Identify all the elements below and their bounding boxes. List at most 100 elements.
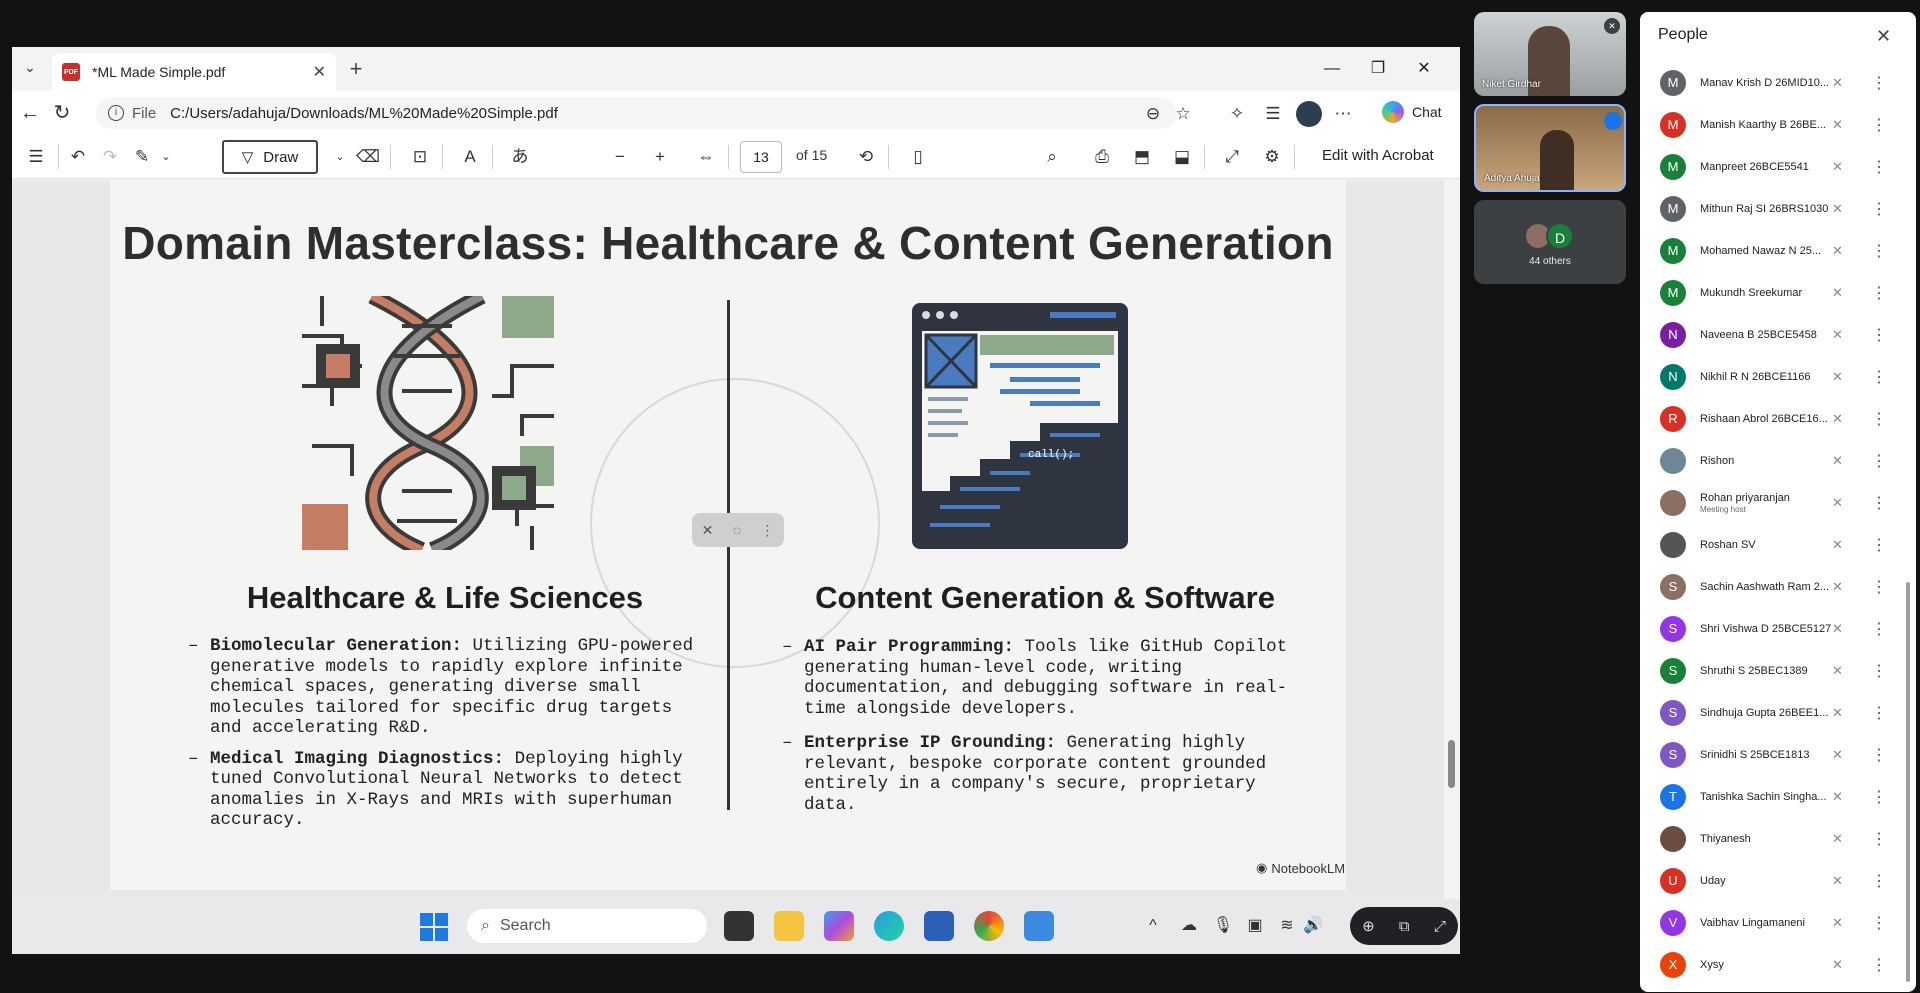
refresh-icon[interactable]: ↻ <box>50 101 74 125</box>
favorites-icon[interactable]: ☰ <box>1262 103 1284 125</box>
draw-button[interactable]: ▽ Draw <box>222 140 318 174</box>
settings-gear-icon[interactable]: ⚙ <box>1260 146 1284 168</box>
file-explorer-icon[interactable] <box>774 911 804 941</box>
zoom-plus-icon[interactable]: + <box>648 146 672 168</box>
pdf-scrollbar[interactable] <box>1444 180 1460 899</box>
more-options-icon[interactable]: ⋮ <box>1871 829 1887 849</box>
print-icon[interactable]: ⎙ <box>1090 146 1114 168</box>
participant-row[interactable]: V Vaibhav Lingamaneni ✕ ⋮ <box>1640 902 1916 944</box>
zoom-out-icon[interactable]: ⊖ <box>1142 103 1164 125</box>
find-search-icon[interactable]: ⌕ <box>1040 146 1064 168</box>
fullscreen-icon[interactable]: ⤢ <box>1220 146 1244 168</box>
more-options-icon[interactable]: ⋮ <box>1871 367 1887 387</box>
tab-pdf[interactable]: PDF *ML Made Simple.pdf ✕ <box>52 53 336 91</box>
more-options-icon[interactable]: ⋮ <box>1871 871 1887 891</box>
page-view-icon[interactable]: ▯ <box>906 146 930 168</box>
participant-row[interactable]: Rishon ✕ ⋮ <box>1640 440 1916 482</box>
view-controls[interactable]: ⊕ ⧉ ⤢ <box>1350 907 1458 945</box>
participant-row[interactable]: M Mithun Raj SI 26BRS1030 ✕ ⋮ <box>1640 188 1916 230</box>
text-box-icon[interactable]: ⊡ <box>408 146 432 168</box>
zoom-in-icon[interactable]: ⊕ <box>1362 917 1375 935</box>
participant-row[interactable]: T Tanishka Sachin Singha... ✕ ⋮ <box>1640 776 1916 818</box>
video-tile-presenter[interactable]: Aditya Ahuja <box>1474 104 1626 192</box>
more-options-icon[interactable]: ⋮ <box>1871 577 1887 597</box>
chrome-icon[interactable] <box>974 911 1004 941</box>
participant-row[interactable]: U Uday ✕ ⋮ <box>1640 860 1916 902</box>
rotate-icon[interactable]: ⟲ <box>854 146 878 168</box>
contents-list-icon[interactable]: ☰ <box>24 146 48 168</box>
app-icon[interactable] <box>1024 911 1054 941</box>
more-options-icon[interactable]: ⋮ <box>1871 535 1887 555</box>
microphone-icon[interactable]: 🎙 <box>1212 915 1234 937</box>
restore-icon[interactable]: ❐ <box>1358 55 1398 83</box>
pop-out-icon[interactable]: ⧉ <box>1399 918 1410 935</box>
participant-row[interactable]: M Mukundh Sreekumar ✕ ⋮ <box>1640 272 1916 314</box>
save-icon[interactable]: ⬒ <box>1130 146 1154 168</box>
fit-width-icon[interactable]: ⇔ <box>694 146 718 168</box>
save-as-icon[interactable]: ⬓ <box>1170 146 1194 168</box>
more-options-icon[interactable]: ⋮ <box>1871 157 1887 177</box>
more-options-icon[interactable]: ⋮ <box>1871 241 1887 261</box>
participant-row[interactable]: S Srinidhi S 25BCE1813 ✕ ⋮ <box>1640 734 1916 776</box>
more-options-icon[interactable]: ⋮ <box>1871 787 1887 807</box>
favorite-star-icon[interactable]: ☆ <box>1172 103 1194 125</box>
tray-chevron-icon[interactable]: ^ <box>1142 915 1164 937</box>
store-icon[interactable] <box>924 911 954 941</box>
unpin-icon[interactable]: ✕ <box>702 522 714 539</box>
wifi-icon[interactable]: ≋ <box>1276 915 1298 937</box>
more-options-icon[interactable]: ⋮ <box>1871 913 1887 933</box>
scrollbar-thumb[interactable] <box>1448 740 1455 788</box>
m365-icon[interactable] <box>824 911 854 941</box>
more-options-icon[interactable]: ⋮ <box>1871 325 1887 345</box>
translate-icon[interactable]: あ <box>508 146 532 168</box>
video-tile-others[interactable]: D 44 others <box>1474 200 1626 284</box>
more-options-icon[interactable]: ⋮ <box>1871 661 1887 681</box>
edit-with-acrobat-button[interactable]: Edit with Acrobat <box>1322 147 1434 164</box>
more-options-icon[interactable]: ⋮ <box>1871 703 1887 723</box>
more-options-icon[interactable]: ⋮ <box>1871 745 1887 765</box>
more-options-icon[interactable]: ⋮ <box>1871 73 1887 93</box>
mute-presentation-icon[interactable]: ◌ <box>733 522 741 538</box>
participant-row[interactable]: S Sachin Aashwath Ram 2... ✕ ⋮ <box>1640 566 1916 608</box>
more-dots-icon[interactable]: ⋯ <box>1332 103 1354 125</box>
more-options-icon[interactable]: ⋮ <box>1871 283 1887 303</box>
window-close-icon[interactable]: ✕ <box>1404 55 1444 83</box>
extensions-puzzle-icon[interactable]: ✧ <box>1226 103 1248 125</box>
new-tab-plus-icon[interactable]: + <box>342 55 370 83</box>
profile-avatar[interactable] <box>1296 101 1322 127</box>
video-tile-speaker[interactable]: ✕ Niket Girdhar <box>1474 12 1626 96</box>
tab-close-icon[interactable]: ✕ <box>313 62 326 82</box>
close-panel-icon[interactable]: ✕ <box>1876 26 1891 47</box>
onedrive-icon[interactable]: ☁ <box>1178 915 1200 937</box>
more-options-icon[interactable]: ⋮ <box>1871 115 1887 135</box>
zoom-minus-icon[interactable]: − <box>608 146 632 168</box>
highlight-chevron-icon[interactable]: ⌄ <box>154 146 178 168</box>
highlight-icon[interactable]: ✎ <box>130 146 154 168</box>
url-bar[interactable]: i File C:/Users/adahuja/Downloads/ML%20M… <box>96 97 1176 129</box>
participant-row[interactable]: M Manpreet 26BCE5541 ✕ ⋮ <box>1640 146 1916 188</box>
start-windows-icon[interactable] <box>420 913 448 941</box>
more-options-icon[interactable]: ⋮ <box>1871 955 1887 975</box>
participant-row[interactable]: M Manav Krish D 26MID10... ✕ ⋮ <box>1640 62 1916 104</box>
expand-icon[interactable]: ⤢ <box>1434 918 1446 935</box>
read-aloud-icon[interactable]: A <box>458 146 482 168</box>
taskbar-search[interactable]: ⌕ Search <box>467 909 707 943</box>
participant-row[interactable]: S Sindhuja Gupta 26BEE1... ✕ ⋮ <box>1640 692 1916 734</box>
participant-row[interactable]: M Manish Kaarthy B 26BE... ✕ ⋮ <box>1640 104 1916 146</box>
more-options-icon[interactable]: ⋮ <box>1871 493 1887 513</box>
participant-row[interactable]: X Xysy ✕ ⋮ <box>1640 944 1916 986</box>
participant-row[interactable]: N Naveena B 25BCE5458 ✕ ⋮ <box>1640 314 1916 356</box>
more-vert-icon[interactable]: ⋮ <box>760 522 774 539</box>
more-options-icon[interactable]: ⋮ <box>1871 619 1887 639</box>
redo-icon[interactable]: ↷ <box>98 146 122 168</box>
pdf-viewer[interactable]: Domain Masterclass: Healthcare & Content… <box>12 180 1460 899</box>
participant-row[interactable]: Rohan priyaranjan Meeting host ✕ ⋮ <box>1640 482 1916 524</box>
more-options-icon[interactable]: ⋮ <box>1871 409 1887 429</box>
eraser-icon[interactable]: ⌫ <box>356 146 380 168</box>
task-view-icon[interactable] <box>724 911 754 941</box>
more-options-icon[interactable]: ⋮ <box>1871 199 1887 219</box>
undo-icon[interactable]: ↶ <box>66 146 90 168</box>
participant-row[interactable]: S Shruthi S 25BEC1389 ✕ ⋮ <box>1640 650 1916 692</box>
participant-row[interactable]: M Mohamed Nawaz N 25... ✕ ⋮ <box>1640 230 1916 272</box>
copilot-chat-button[interactable]: Chat <box>1382 101 1442 123</box>
